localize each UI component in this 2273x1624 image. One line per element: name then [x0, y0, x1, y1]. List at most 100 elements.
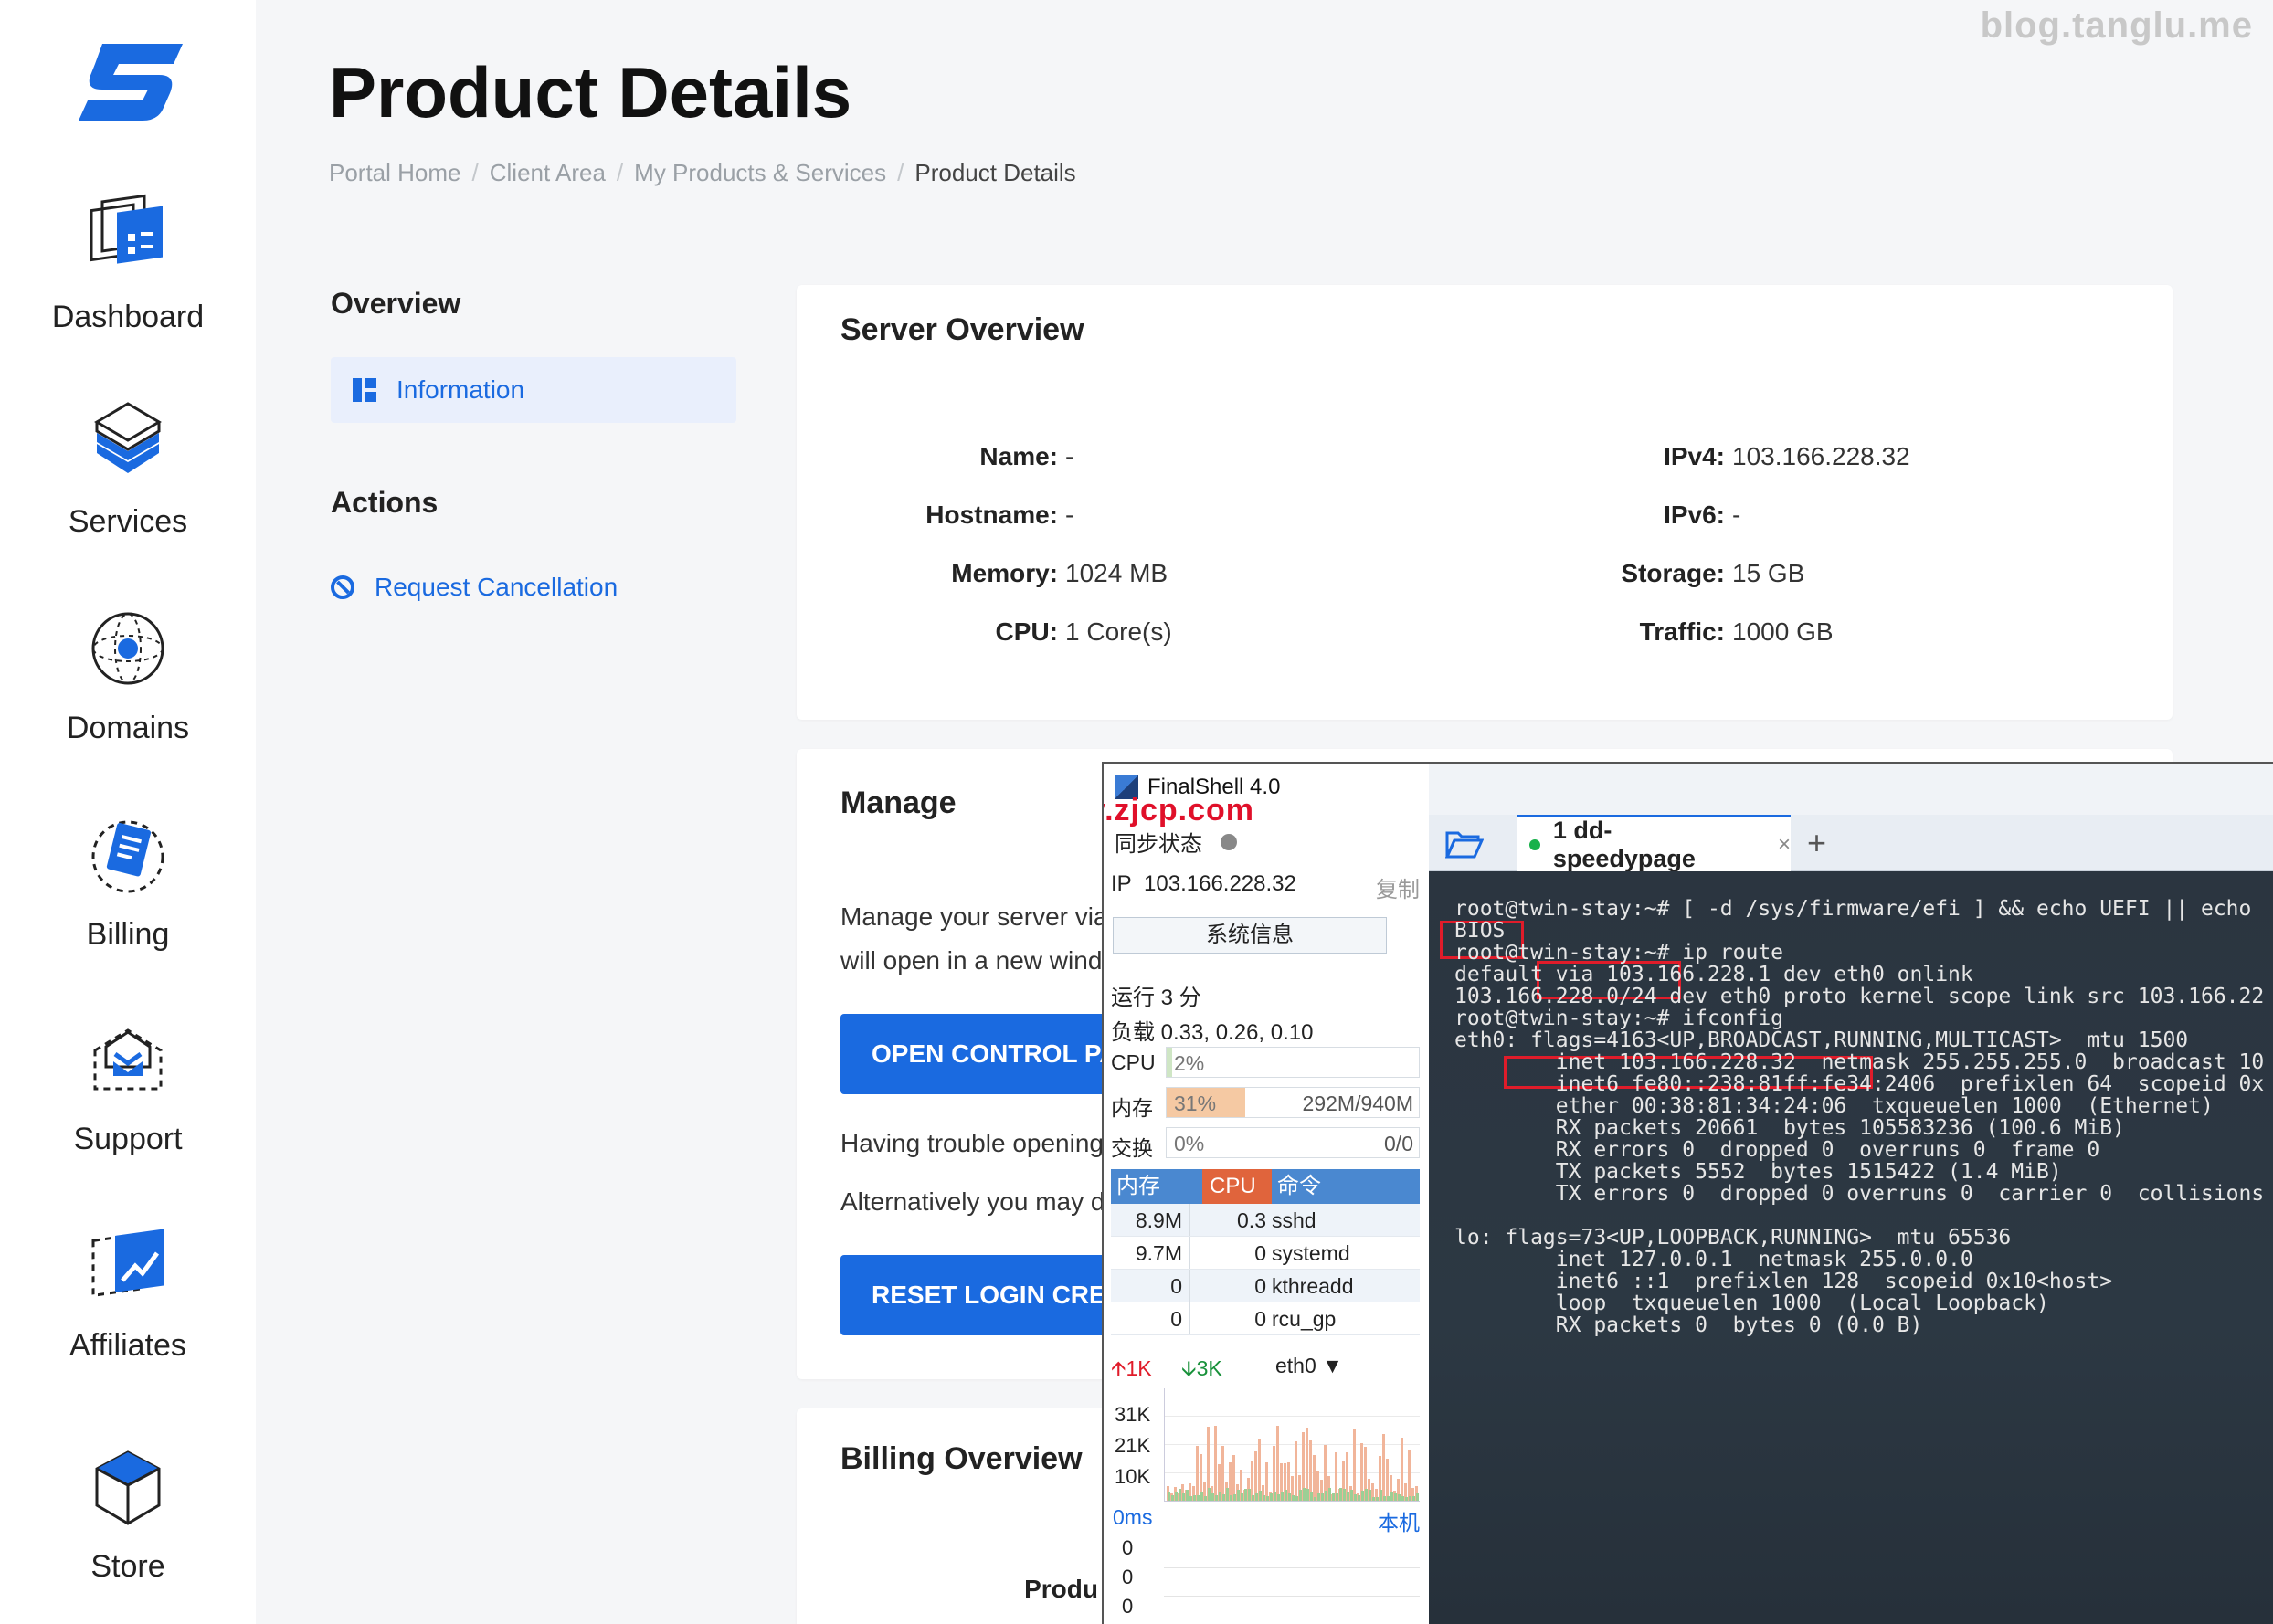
latency-chart — [1164, 1540, 1420, 1624]
process-cpu: 0 — [1189, 1270, 1272, 1302]
traffic-bar — [1386, 1459, 1389, 1501]
process-row[interactable]: 0 0 kthreadd — [1111, 1270, 1420, 1302]
traffic-bar — [1276, 1426, 1279, 1501]
memory-value: 1024 MB — [1065, 559, 1168, 587]
brand-logo-icon[interactable] — [75, 37, 186, 128]
sidebar-label: Dashboard — [51, 300, 205, 334]
breadcrumb-portal-home[interactable]: Portal Home — [329, 159, 461, 186]
sidebar-label: Domains — [66, 711, 190, 745]
session-tab[interactable]: 1 dd-speedypage × — [1517, 815, 1791, 872]
terminal-line: lo: flags=73<UP,LOOPBACK,RUNNING> mtu 65… — [1454, 1226, 2012, 1250]
overlay-watermark: www.zjcp.com — [1104, 793, 1255, 828]
process-command: rcu_gp — [1272, 1307, 1337, 1331]
terminal-line: inet 127.0.0.1 netmask 255.0.0.0 — [1454, 1248, 1973, 1271]
sidebar-item-services[interactable]: Services — [0, 396, 256, 579]
add-tab-icon[interactable]: + — [1807, 824, 1826, 862]
sidebar-item-affiliates[interactable]: Affiliates — [0, 1220, 256, 1403]
affiliates-icon — [91, 1229, 164, 1298]
support-icon — [93, 1028, 163, 1091]
ipv6-label: IPv6: — [1664, 501, 1725, 529]
terminal-line: inet6 fe80::238:81ff:fe34:2406 prefixlen… — [1454, 1072, 2265, 1096]
ipv4-label: IPv4: — [1664, 442, 1725, 470]
terminal-output[interactable]: root@twin-stay:~# [ -d /sys/firmware/efi… — [1429, 871, 2273, 1624]
tab-information[interactable]: Information — [331, 357, 736, 423]
latency-host[interactable]: 本机 — [1378, 1505, 1420, 1536]
terminal-line: eth0: flags=4163<UP,BROADCAST,RUNNING,MU… — [1454, 1028, 2189, 1052]
server-overview-heading: Server Overview — [840, 312, 1084, 347]
process-row[interactable]: 9.7M 0 systemd — [1111, 1237, 1420, 1270]
ban-icon — [331, 575, 354, 599]
page-title: Product Details — [329, 52, 852, 132]
sync-status: 同步状态 — [1115, 826, 1237, 858]
interface-value: eth0 — [1275, 1354, 1316, 1377]
store-icon — [95, 1450, 161, 1525]
process-table-header: 内存 CPU 命令 — [1111, 1169, 1420, 1204]
system-info-button[interactable]: 系统信息 — [1113, 917, 1387, 954]
alternative-text: Alternatively you may d — [840, 1187, 1105, 1216]
sidebar-item-support[interactable]: Support — [0, 1014, 256, 1197]
col-cpu[interactable]: CPU — [1202, 1169, 1272, 1204]
sidebar-item-store[interactable]: Store — [0, 1441, 256, 1624]
swap-meter-label: 交换 — [1111, 1136, 1153, 1160]
upload-rate: 1K — [1126, 1356, 1152, 1380]
terminal-line: RX errors 0 dropped 0 overruns 0 frame 0 — [1454, 1138, 2100, 1162]
memory-meter-label: 内存 — [1111, 1096, 1153, 1120]
download-arrow-icon: 🡫 — [1181, 1356, 1197, 1380]
terminal-line: root@twin-stay:~# ifconfig — [1454, 1007, 1784, 1030]
memory-meter: 内存 31% 292M/940M — [1111, 1087, 1420, 1120]
manage-description-2: will open in a new wind — [840, 946, 1103, 975]
traffic-bar — [1214, 1426, 1217, 1501]
folder-open-icon[interactable] — [1445, 828, 1484, 859]
request-cancellation-link[interactable]: Request Cancellation — [331, 573, 618, 602]
session-tab-label: 1 dd-speedypage — [1552, 816, 1696, 872]
terminal-line: TX errors 0 dropped 0 overruns 0 carrier… — [1454, 1182, 2265, 1206]
col-memory[interactable]: 内存 — [1111, 1169, 1202, 1204]
cpu-label: CPU: — [995, 617, 1058, 646]
cpu-meter-pct: 2% — [1174, 1051, 1205, 1075]
memory-label: Memory: — [951, 559, 1058, 587]
upload-arrow-icon: 🡩 — [1111, 1356, 1126, 1380]
session-tabbar: 1 dd-speedypage × + — [1429, 815, 2273, 872]
col-command[interactable]: 命令 — [1272, 1169, 1420, 1204]
overview-heading: Overview — [331, 287, 461, 320]
cpu-meter-label: CPU — [1111, 1050, 1156, 1074]
sidebar-item-dashboard[interactable]: Dashboard — [0, 192, 256, 374]
sync-status-dot-icon — [1221, 833, 1237, 850]
services-icon — [94, 402, 162, 473]
process-row[interactable]: 0 0 rcu_gp — [1111, 1302, 1420, 1335]
traffic-bar — [1221, 1446, 1224, 1501]
product-label: Produ — [1024, 1575, 1098, 1603]
y-tick: 21K — [1115, 1434, 1151, 1457]
process-row[interactable]: 8.9M 0.3 sshd — [1111, 1204, 1420, 1237]
ipv4-value: 103.166.228.32 — [1732, 442, 1910, 470]
traffic-value: 1000 GB — [1732, 617, 1834, 646]
process-command: sshd — [1272, 1208, 1316, 1232]
network-chart — [1164, 1388, 1420, 1502]
server-overview-card: Server Overview Name: - Hostname: - Memo… — [797, 285, 2173, 720]
terminal-panel: 1 dd-speedypage × + root@twin-stay:~# [ … — [1429, 764, 2273, 1624]
terminal-line: root@twin-stay:~# [ -d /sys/firmware/efi… — [1454, 897, 2252, 921]
breadcrumb: Portal Home / Client Area / My Products & Se… — [329, 159, 1076, 186]
information-icon — [353, 378, 376, 402]
traffic-label: Traffic: — [1639, 617, 1725, 646]
breadcrumb-client-area[interactable]: Client Area — [490, 159, 606, 186]
y-tick: 31K — [1115, 1403, 1151, 1426]
name-value: - — [1065, 442, 1074, 470]
storage-value: 15 GB — [1732, 559, 1805, 587]
sidebar-label: Affiliates — [69, 1328, 186, 1363]
hostname-value: - — [1065, 501, 1074, 529]
breadcrumb-my-products[interactable]: My Products & Services — [634, 159, 886, 186]
trouble-text: Having trouble opening — [840, 1129, 1104, 1157]
swap-meter: 交换 0% 0/0 — [1111, 1127, 1420, 1160]
copy-ip-button[interactable]: 复制 — [1376, 871, 1420, 903]
sidebar-item-domains[interactable]: Domains — [0, 603, 256, 786]
y-tick: 10K — [1115, 1465, 1151, 1488]
interface-select[interactable]: eth0 ▼ — [1275, 1354, 1343, 1378]
ipv6-value: - — [1732, 501, 1741, 529]
terminal-line: BIOS — [1454, 919, 1506, 943]
sidebar-item-billing[interactable]: Billing — [0, 809, 256, 992]
process-cpu: 0 — [1189, 1302, 1272, 1334]
close-tab-icon[interactable]: × — [1778, 832, 1791, 858]
traffic-bar — [1416, 1493, 1419, 1501]
process-command: systemd — [1272, 1241, 1350, 1265]
